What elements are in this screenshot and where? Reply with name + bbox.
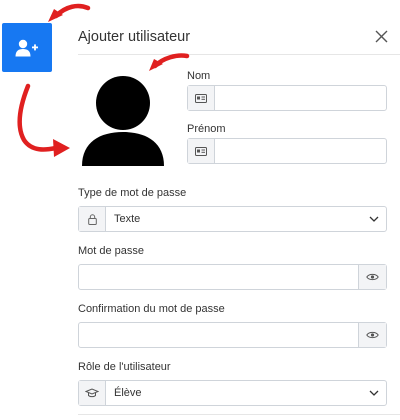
- role-select[interactable]: Élève: [78, 380, 387, 406]
- user-silhouette-icon: [82, 76, 164, 166]
- chevron-down-icon: [362, 381, 386, 405]
- id-card-icon: [188, 86, 215, 110]
- prenom-input[interactable]: [215, 139, 386, 163]
- password-type-value: Texte: [114, 213, 141, 225]
- nom-label: Nom: [187, 70, 211, 82]
- chevron-down-icon: [362, 207, 386, 231]
- footer-divider: [78, 414, 400, 415]
- eye-icon: [366, 331, 379, 339]
- id-card-icon: [188, 139, 215, 163]
- password-confirm-label: Confirmation du mot de passe: [78, 303, 225, 315]
- password-input-group: [78, 264, 387, 290]
- add-user-dialog: Ajouter utilisateur Nom Prénom Type de m…: [60, 0, 400, 420]
- password-input[interactable]: [79, 265, 358, 289]
- header-divider: [78, 54, 400, 55]
- show-password-confirm-button[interactable]: [358, 323, 386, 347]
- nom-input[interactable]: [215, 86, 386, 110]
- close-icon: [375, 30, 387, 42]
- password-type-label: Type de mot de passe: [78, 187, 187, 199]
- close-button[interactable]: [373, 28, 389, 44]
- role-value: Élève: [114, 387, 142, 399]
- add-user-icon: [15, 39, 38, 56]
- role-label: Rôle de l'utilisateur: [78, 361, 171, 373]
- dialog-title: Ajouter utilisateur: [78, 29, 191, 45]
- graduation-cap-icon: [79, 381, 106, 405]
- password-confirm-input[interactable]: [79, 323, 358, 347]
- prenom-input-group: [187, 138, 387, 164]
- password-confirm-input-group: [78, 322, 387, 348]
- eye-icon: [366, 273, 379, 281]
- show-password-button[interactable]: [358, 265, 386, 289]
- nom-input-group: [187, 85, 387, 111]
- password-type-select[interactable]: Texte: [78, 206, 387, 232]
- password-label: Mot de passe: [78, 245, 145, 257]
- prenom-label: Prénom: [187, 123, 226, 135]
- lock-icon: [79, 207, 106, 231]
- add-user-button[interactable]: [2, 23, 52, 72]
